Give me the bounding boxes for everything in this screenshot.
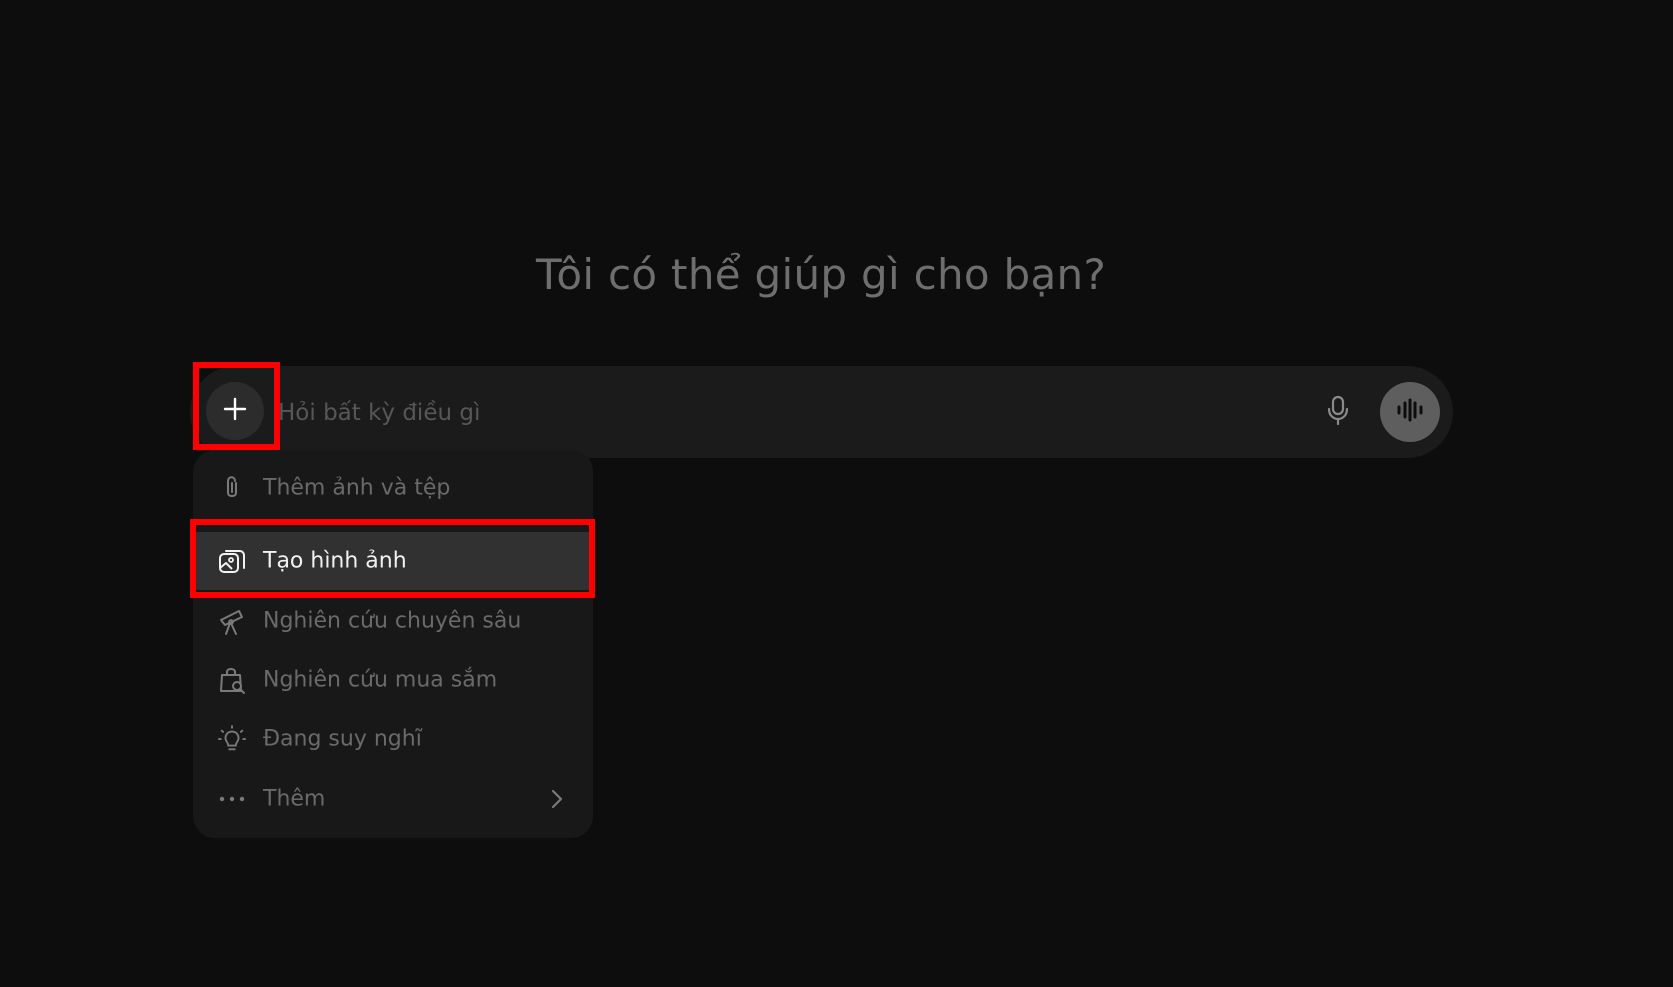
paperclip-icon (217, 473, 247, 503)
menu-item-label: Nghiên cứu mua sắm (263, 667, 498, 693)
chevron-right-icon (547, 787, 567, 811)
menu-item-create-image[interactable]: Tạo hình ảnh (193, 532, 593, 590)
menu-item-more[interactable]: Thêm (193, 770, 593, 828)
telescope-icon (217, 606, 247, 636)
menu-item-label: Thêm (263, 786, 326, 812)
chat-input[interactable] (276, 389, 1300, 437)
menu-item-label: Thêm ảnh và tệp (263, 475, 451, 501)
add-attachment-button[interactable] (206, 382, 264, 440)
lightbulb-icon (217, 724, 247, 754)
plus-icon (221, 395, 249, 427)
menu-item-label: Đang suy nghĩ (263, 726, 422, 752)
menu-item-label: Tạo hình ảnh (263, 548, 407, 574)
microphone-button[interactable] (1320, 394, 1356, 430)
image-create-icon (217, 546, 247, 576)
menu-item-add-photos-files[interactable]: Thêm ảnh và tệp (193, 459, 593, 517)
menu-item-thinking[interactable]: Đang suy nghĩ (193, 710, 593, 768)
menu-item-deep-research[interactable]: Nghiên cứu chuyên sâu (193, 592, 593, 650)
composer-tools-menu: Thêm ảnh và tệp Tạo hình ảnh Nghiên cứu … (193, 450, 593, 838)
menu-item-shopping-research[interactable]: Nghiên cứu mua sắm (193, 651, 593, 709)
voice-waveform-icon (1395, 398, 1425, 426)
microphone-icon (1325, 394, 1351, 430)
shopping-bag-search-icon (217, 665, 247, 695)
menu-item-label: Nghiên cứu chuyên sâu (263, 608, 522, 634)
voice-mode-button[interactable] (1380, 382, 1440, 442)
page-headline: Tôi có thể giúp gì cho bạn? (535, 250, 1107, 299)
more-dots-icon (217, 784, 247, 814)
